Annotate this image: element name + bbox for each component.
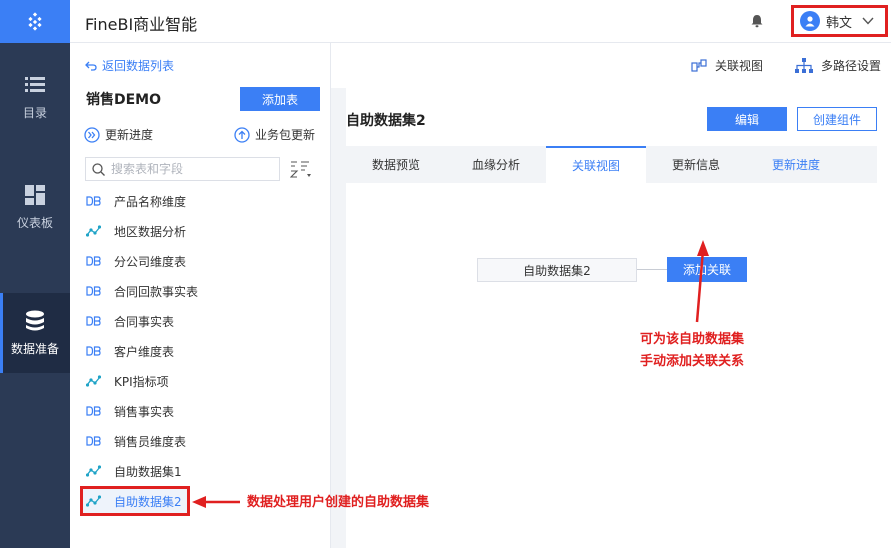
- nav-dashboard-label: 仪表板: [16, 215, 53, 230]
- db-table-icon: [86, 405, 102, 417]
- sort-icon[interactable]: [290, 159, 312, 179]
- annotation-right-line2: 手动添加关联关系: [640, 354, 745, 369]
- table-list-item[interactable]: 自助数据集1: [80, 456, 320, 486]
- dataset-detail-area: 关联视图 多路径设置 自助数据集2 编辑 创建组件 数据预览 血缘分析 关联视图…: [330, 43, 891, 548]
- relation-connector: [637, 269, 667, 270]
- table-list-item-label: 合同回款事实表: [114, 284, 199, 299]
- table-list-item[interactable]: 地区数据分析: [80, 216, 320, 246]
- user-icon: [805, 16, 815, 27]
- relation-view-icon: [691, 58, 707, 72]
- table-list-item[interactable]: 销售员维度表: [80, 426, 320, 456]
- progress-icon: [84, 126, 100, 143]
- table-list-item[interactable]: 合同回款事实表: [80, 276, 320, 306]
- table-list-item-label: 合同事实表: [114, 314, 175, 329]
- detail-toolbar: 关联视图 多路径设置: [331, 43, 891, 88]
- table-list-item-label: 销售员维度表: [114, 434, 187, 449]
- table-list-item-label: 自助数据集1: [114, 464, 182, 479]
- db-table-icon: [86, 435, 102, 447]
- table-list-item-label: KPI指标项: [114, 374, 169, 389]
- db-table-icon: [86, 195, 102, 207]
- table-list-item-label: 分公司维度表: [114, 254, 187, 269]
- table-list-item[interactable]: 产品名称维度: [80, 186, 320, 216]
- self-dataset-icon: [86, 375, 102, 387]
- tab-update-progress[interactable]: 更新进度: [746, 146, 846, 183]
- tree-icon: [795, 57, 813, 73]
- add-table-button[interactable]: 添加表: [240, 87, 320, 111]
- table-list-item-label: 销售事实表: [114, 404, 175, 419]
- nav-dashboard[interactable]: 仪表板: [0, 172, 70, 242]
- table-list-item[interactable]: 客户维度表: [80, 336, 320, 366]
- update-progress-link[interactable]: 更新进度: [84, 126, 153, 143]
- annotation-right: 可为该自助数据集 手动添加关联关系: [640, 329, 744, 373]
- back-arrow-icon: [85, 61, 97, 71]
- tab-data-preview[interactable]: 数据预览: [346, 146, 446, 183]
- list-icon: [24, 74, 46, 96]
- table-list-item-label: 地区数据分析: [114, 224, 187, 239]
- tab-relation-view[interactable]: 关联视图: [546, 146, 646, 183]
- db-table-icon: [86, 345, 102, 357]
- multipath-settings-label: 多路径设置: [821, 59, 882, 73]
- nav-catalog-label: 目录: [22, 105, 47, 120]
- relation-view-label: 关联视图: [715, 59, 764, 73]
- detail-tabs: 数据预览 血缘分析 关联视图 更新信息 更新进度: [346, 146, 877, 183]
- dashboard-icon: [24, 184, 46, 206]
- relation-view-link[interactable]: 关联视图: [691, 57, 763, 74]
- create-component-button[interactable]: 创建组件: [797, 107, 877, 131]
- logo-icon: [28, 11, 42, 31]
- database-icon: [24, 310, 46, 332]
- table-list-item-label: 自助数据集2: [114, 494, 182, 509]
- update-progress-label: 更新进度: [105, 128, 154, 142]
- back-link-label: 返回数据列表: [102, 59, 175, 73]
- db-table-icon: [86, 315, 102, 327]
- upload-icon: [234, 126, 250, 143]
- search-input[interactable]: [111, 162, 271, 176]
- package-title: 销售DEMO: [86, 92, 162, 108]
- self-dataset-icon: [86, 495, 102, 507]
- multipath-settings-link[interactable]: 多路径设置: [795, 57, 881, 74]
- nav-data-prep[interactable]: 数据准备: [0, 293, 70, 373]
- table-list-item-label: 客户维度表: [114, 344, 175, 359]
- search-icon: [92, 162, 105, 176]
- annotation-bottom: 数据处理用户创建的自助数据集: [247, 495, 430, 510]
- app-title: FineBI商业智能: [85, 15, 198, 34]
- nav-data-prep-label: 数据准备: [10, 341, 59, 356]
- package-update-link[interactable]: 业务包更新: [234, 126, 315, 143]
- top-header: FineBI商业智能 韩文: [70, 0, 891, 43]
- dataset-title: 自助数据集2: [346, 113, 426, 129]
- self-dataset-icon: [86, 465, 102, 477]
- package-update-label: 业务包更新: [255, 128, 316, 142]
- db-table-icon: [86, 255, 102, 267]
- side-nav: 目录 仪表板 数据准备: [0, 0, 70, 548]
- table-list-item[interactable]: 分公司维度表: [80, 246, 320, 276]
- avatar: [800, 11, 820, 31]
- table-list-item[interactable]: KPI指标项: [80, 366, 320, 396]
- db-table-icon: [86, 285, 102, 297]
- add-relation-button[interactable]: 添加关联: [667, 257, 747, 282]
- back-to-data-list-link[interactable]: 返回数据列表: [85, 57, 174, 74]
- table-list-item[interactable]: 销售事实表: [80, 396, 320, 426]
- search-box: [85, 157, 280, 181]
- nav-catalog[interactable]: 目录: [0, 62, 70, 132]
- table-list-item[interactable]: 合同事实表: [80, 306, 320, 336]
- user-menu[interactable]: 韩文: [791, 5, 888, 37]
- user-name: 韩文: [826, 15, 853, 31]
- bell-icon[interactable]: [750, 14, 764, 28]
- annotation-right-line1: 可为该自助数据集: [640, 332, 745, 347]
- tab-update-info[interactable]: 更新信息: [646, 146, 746, 183]
- chevron-down-icon: [862, 17, 874, 25]
- relation-node-dataset[interactable]: 自助数据集2: [477, 258, 637, 282]
- table-list-item-label: 产品名称维度: [114, 194, 187, 209]
- dataset-card: 自助数据集2 编辑 创建组件 数据预览 血缘分析 关联视图 更新信息 更新进度 …: [346, 88, 891, 548]
- tab-lineage-analysis[interactable]: 血缘分析: [446, 146, 546, 183]
- self-dataset-icon: [86, 225, 102, 237]
- package-panel: 返回数据列表 销售DEMO 添加表 更新进度 业务包更新 产品名称维度地区数据分…: [70, 43, 330, 548]
- table-list: 产品名称维度 地区数据分析 分公司维度表 合同回款事实表 合同事实表客户维度表 KPI指标…: [80, 186, 320, 516]
- table-list-item[interactable]: 自助数据集2: [80, 486, 190, 516]
- edit-button[interactable]: 编辑: [707, 107, 787, 131]
- finebi-logo[interactable]: [0, 0, 70, 43]
